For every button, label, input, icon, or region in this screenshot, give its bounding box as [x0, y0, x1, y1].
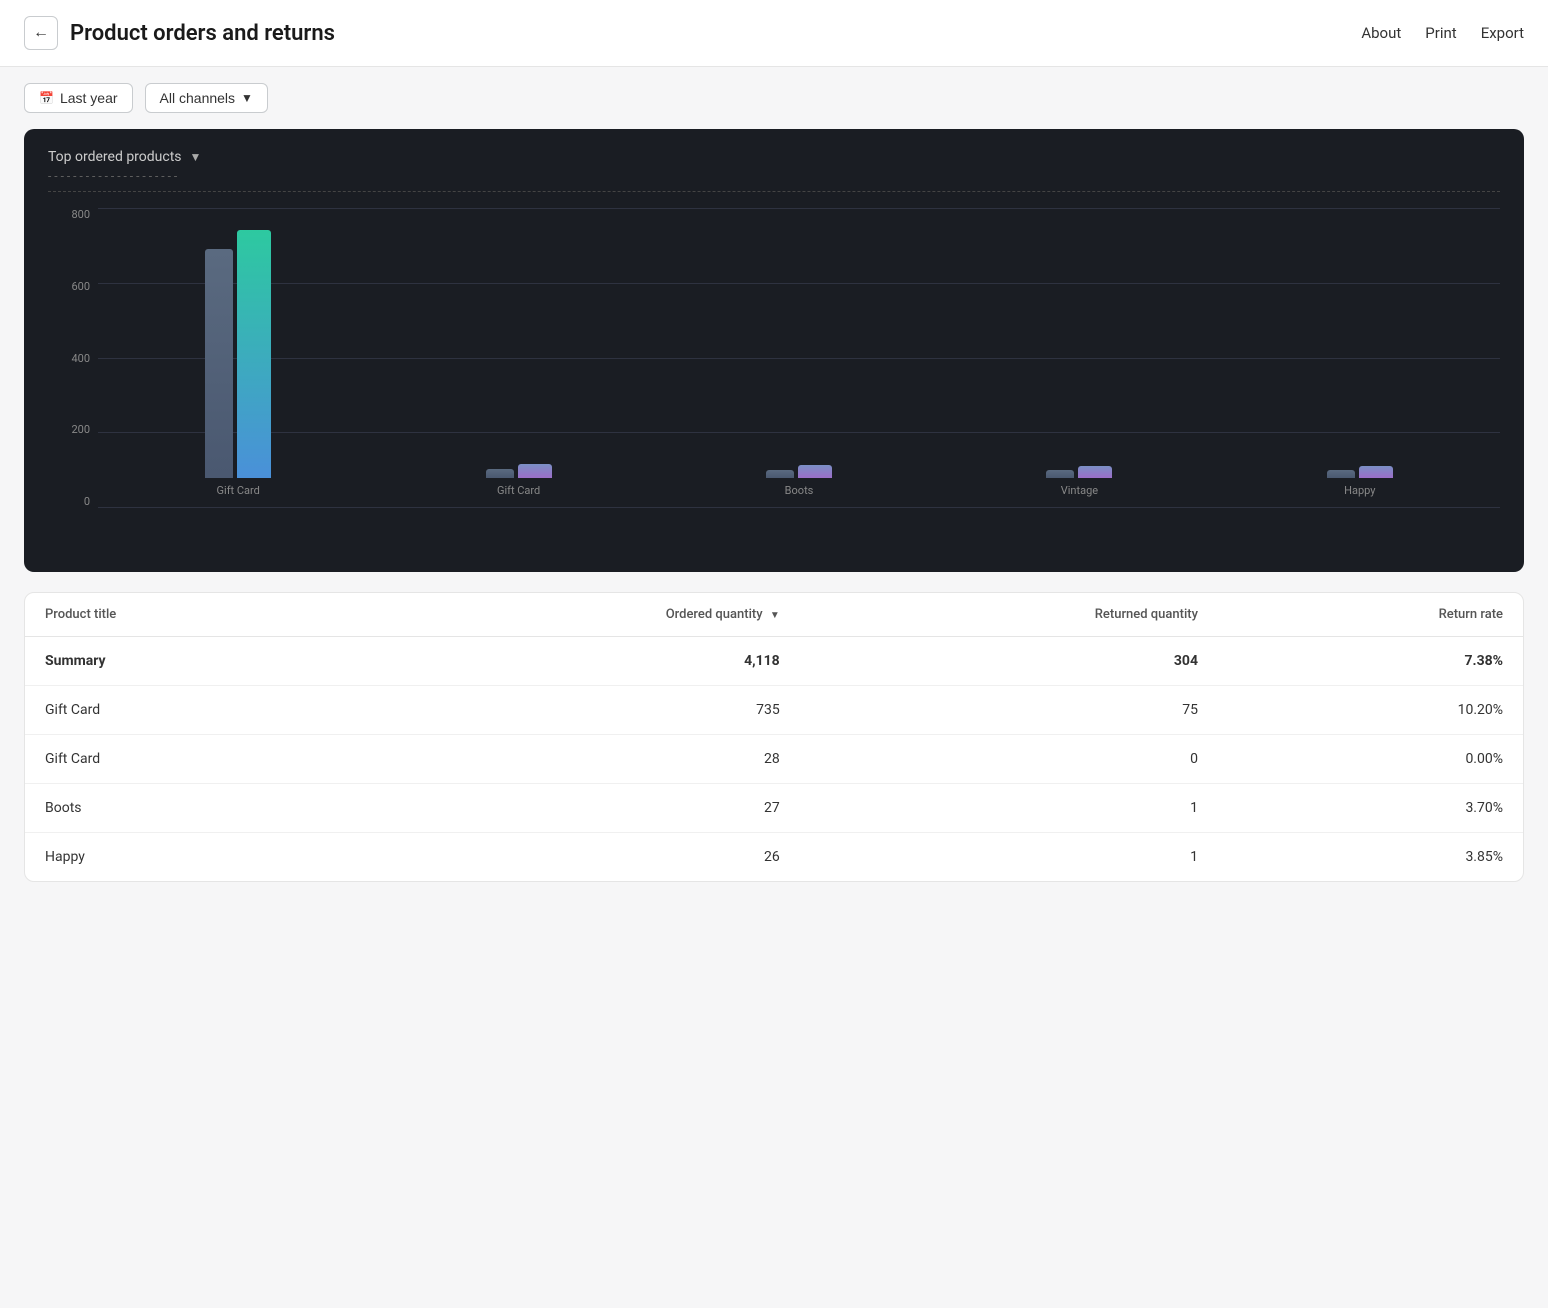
bar-returned-giftcard2: [518, 464, 552, 478]
summary-returned: 304: [800, 637, 1218, 686]
row-product: Boots: [25, 784, 350, 833]
x-label-happy: Happy: [1344, 478, 1375, 508]
chevron-down-icon: ▼: [241, 91, 253, 105]
chart-title: Top ordered products: [48, 149, 182, 165]
table-row: Boots 27 1 3.70%: [25, 784, 1523, 833]
bars-vintage: [939, 208, 1219, 478]
back-icon: ←: [33, 24, 49, 42]
row-rate: 3.70%: [1218, 784, 1523, 833]
bar-group-boots: Boots: [659, 208, 939, 508]
row-ordered: 26: [350, 833, 800, 882]
bars-giftcard2: [378, 208, 658, 478]
table-header-row: Product title Ordered quantity ▼ Returne…: [25, 593, 1523, 637]
row-ordered: 28: [350, 735, 800, 784]
data-table: Product title Ordered quantity ▼ Returne…: [24, 592, 1524, 882]
back-button[interactable]: ←: [24, 16, 58, 50]
col-ordered-qty[interactable]: Ordered quantity ▼: [350, 593, 800, 637]
col-product-title: Product title: [25, 593, 350, 637]
main-content: Top ordered products ▼ - - - - - - - - -…: [0, 129, 1548, 906]
chart-area: 800 600 400 200 0: [48, 208, 1500, 548]
y-label-0: 0: [48, 495, 98, 508]
row-rate: 10.20%: [1218, 686, 1523, 735]
row-returned: 0: [800, 735, 1218, 784]
about-link[interactable]: About: [1361, 24, 1401, 42]
row-returned: 1: [800, 784, 1218, 833]
bar-returned-giftcard1: [237, 230, 271, 478]
y-label-200: 200: [48, 423, 98, 436]
page-header: ← Product orders and returns About Print…: [0, 0, 1548, 67]
bar-group-happy: Happy: [1220, 208, 1500, 508]
bar-returned-happy: [1359, 466, 1393, 478]
row-returned: 1: [800, 833, 1218, 882]
table-row: Happy 26 1 3.85%: [25, 833, 1523, 882]
summary-rate: 7.38%: [1218, 637, 1523, 686]
table-row: Gift Card 28 0 0.00%: [25, 735, 1523, 784]
bar-returned-boots: [798, 465, 832, 478]
row-product: Happy: [25, 833, 350, 882]
bars-happy: [1220, 208, 1500, 478]
bar-group-giftcard2: Gift Card: [378, 208, 658, 508]
x-label-vintage: Vintage: [1061, 478, 1098, 508]
x-label-giftcard2: Gift Card: [497, 478, 540, 508]
channel-filter-button[interactable]: All channels ▼: [145, 83, 268, 113]
row-rate: 3.85%: [1218, 833, 1523, 882]
x-label-boots: Boots: [785, 478, 814, 508]
filters-bar: 📅 Last year All channels ▼: [0, 67, 1548, 129]
table-row-summary: Summary 4,118 304 7.38%: [25, 637, 1523, 686]
bar-ordered-giftcard2: [486, 469, 514, 478]
header-left: ← Product orders and returns: [24, 16, 335, 50]
col-return-rate: Return rate: [1218, 593, 1523, 637]
y-label-400: 400: [48, 352, 98, 365]
date-filter-label: Last year: [60, 90, 118, 106]
bar-ordered-giftcard1: [205, 249, 233, 478]
channel-filter-label: All channels: [160, 90, 236, 106]
header-right: About Print Export: [1361, 24, 1524, 42]
summary-ordered: 4,118: [350, 637, 800, 686]
calendar-icon: 📅: [39, 91, 54, 105]
y-label-800: 800: [48, 208, 98, 221]
bar-group-giftcard1: Gift Card: [98, 208, 378, 508]
sort-icon: ▼: [770, 610, 780, 621]
orders-table: Product title Ordered quantity ▼ Returne…: [25, 593, 1523, 881]
y-axis: 800 600 400 200 0: [48, 208, 98, 508]
summary-product: Summary: [25, 637, 350, 686]
chart-bars: Gift Card Gift Card Boots: [98, 208, 1500, 508]
chart-title-row: Top ordered products ▼: [48, 149, 1500, 165]
bars-boots: [659, 208, 939, 478]
chart-subtitle: - - - - - - - - - - - - - - - - - - - - …: [48, 169, 1500, 192]
row-product: Gift Card: [25, 686, 350, 735]
x-label-giftcard1: Gift Card: [217, 478, 260, 508]
bar-ordered-happy: [1327, 470, 1355, 478]
chart-title-dropdown-icon[interactable]: ▼: [190, 150, 202, 164]
bar-returned-vintage: [1078, 466, 1112, 478]
page-title: Product orders and returns: [70, 21, 335, 46]
row-returned: 75: [800, 686, 1218, 735]
y-label-600: 600: [48, 280, 98, 293]
bar-group-vintage: Vintage: [939, 208, 1219, 508]
bar-ordered-boots: [766, 470, 794, 478]
chart-container: Top ordered products ▼ - - - - - - - - -…: [24, 129, 1524, 572]
row-ordered: 27: [350, 784, 800, 833]
export-link[interactable]: Export: [1481, 24, 1524, 42]
table-row: Gift Card 735 75 10.20%: [25, 686, 1523, 735]
bars-giftcard1: [98, 208, 378, 478]
print-link[interactable]: Print: [1425, 24, 1456, 42]
bar-ordered-vintage: [1046, 470, 1074, 478]
col-returned-qty: Returned quantity: [800, 593, 1218, 637]
row-rate: 0.00%: [1218, 735, 1523, 784]
row-product: Gift Card: [25, 735, 350, 784]
date-filter-button[interactable]: 📅 Last year: [24, 83, 133, 113]
row-ordered: 735: [350, 686, 800, 735]
